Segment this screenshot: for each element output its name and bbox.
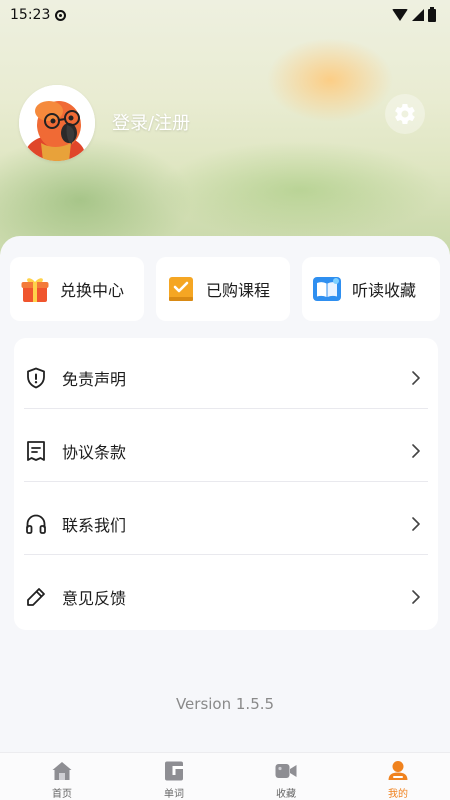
quick-action-redeem-center[interactable]: 兑换中心 xyxy=(10,257,144,321)
chevron-right-icon xyxy=(412,370,420,385)
tab-label: 首页 xyxy=(52,789,72,800)
settings-button[interactable] xyxy=(385,94,425,134)
quick-action-purchased-courses[interactable]: 已购课程 xyxy=(156,257,290,321)
chevron-right-icon xyxy=(412,589,420,604)
chevron-right-icon xyxy=(412,516,420,531)
pencil-icon xyxy=(27,587,45,606)
menu-item-contact-us[interactable]: 联系我们 xyxy=(14,487,438,560)
divider xyxy=(24,481,428,482)
settings-menu: 免责声明 协议条款 联系我们 意见反馈 xyxy=(14,338,438,630)
gear-icon xyxy=(395,103,415,125)
tab-me[interactable]: 我的 xyxy=(342,753,450,800)
wifi-icon xyxy=(392,9,408,21)
headphones-icon xyxy=(26,514,46,534)
divider xyxy=(24,554,428,555)
login-register-link[interactable]: 登录/注册 xyxy=(112,109,190,135)
quick-action-label: 兑换中心 xyxy=(60,281,125,300)
home-icon xyxy=(52,762,72,780)
user-icon xyxy=(388,761,408,780)
chevron-right-icon xyxy=(412,443,420,458)
menu-item-label: 意见反馈 xyxy=(62,588,127,608)
quick-action-listening-favorites[interactable]: 听读收藏 xyxy=(302,257,440,321)
course-book-icon xyxy=(169,277,193,301)
tab-words[interactable]: 单词 xyxy=(118,753,230,800)
menu-item-disclaimer[interactable]: 免责声明 xyxy=(14,341,438,414)
avatar[interactable] xyxy=(19,85,95,161)
status-notification-icon xyxy=(55,9,67,21)
document-icon xyxy=(27,440,45,461)
tab-label: 单词 xyxy=(164,789,184,800)
tab-label: 我的 xyxy=(388,789,408,800)
flashcard-icon xyxy=(165,761,183,781)
menu-item-terms[interactable]: 协议条款 xyxy=(14,414,438,487)
app-version: Version 1.5.5 xyxy=(175,695,275,713)
tab-favorites[interactable]: 收藏 xyxy=(230,753,342,800)
menu-item-label: 协议条款 xyxy=(62,442,127,462)
status-time: 15:23 xyxy=(10,7,51,23)
tab-home[interactable]: 首页 xyxy=(6,753,118,800)
parrot-avatar-icon xyxy=(19,85,95,161)
quick-action-label: 听读收藏 xyxy=(352,281,417,300)
signal-icon xyxy=(412,9,424,21)
tab-label: 收藏 xyxy=(276,789,296,800)
quick-action-label: 已购课程 xyxy=(206,281,271,300)
bottom-tab-bar: 首页 单词 收藏 我的 xyxy=(0,752,450,800)
menu-item-label: 联系我们 xyxy=(62,515,127,535)
status-bar: 15:23 xyxy=(0,0,450,30)
video-icon xyxy=(275,764,297,778)
quick-actions: 兑换中心 已购课程 听读收藏 xyxy=(10,257,440,321)
menu-item-label: 免责声明 xyxy=(62,369,127,389)
gift-icon xyxy=(21,278,49,302)
divider xyxy=(24,408,428,409)
menu-item-feedback[interactable]: 意见反馈 xyxy=(14,560,438,633)
open-book-icon xyxy=(313,277,341,301)
shield-icon xyxy=(27,367,45,388)
battery-icon xyxy=(428,6,436,22)
